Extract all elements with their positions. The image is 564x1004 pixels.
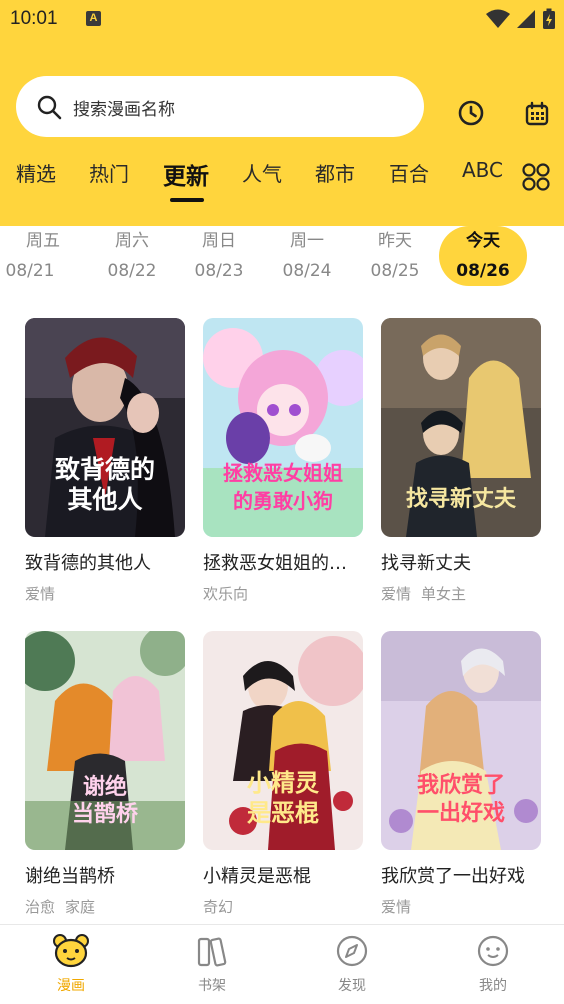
calendar-icon[interactable] [522, 99, 552, 129]
comic-cover[interactable]: 小精灵 是恶棍 [203, 631, 363, 850]
search-placeholder: 搜索漫画名称 [73, 100, 175, 120]
comic-tags: 爱情 [25, 583, 185, 604]
comic-title[interactable]: 我欣赏了一出好戏 [381, 862, 541, 888]
status-bar: 10:01 A [0, 0, 564, 40]
comic-tags: 欢乐向 [203, 583, 363, 604]
cover-title-text: 拯救恶女姐姐 的勇敢小狗 [223, 461, 343, 513]
cover-title-text: 我欣赏了 一出好戏 [416, 773, 505, 826]
tag: 爱情 [381, 585, 412, 603]
signal-icon [517, 10, 535, 28]
active-tab-indicator [170, 198, 204, 202]
comic-title[interactable]: 谢绝当鹊桥 [25, 862, 185, 888]
nav-comics[interactable]: 漫画 [31, 933, 111, 995]
date-day: 周五 [26, 231, 60, 251]
cover-title-text: 小精灵 是恶棍 [247, 769, 319, 827]
date-value: 08/26 [456, 261, 510, 281]
tab-urban[interactable]: 都市 [315, 158, 355, 187]
compass-icon [336, 935, 368, 967]
date-item[interactable]: 周五 08/21 [6, 230, 78, 282]
nav-mine[interactable]: 我的 [453, 933, 533, 995]
date-value: 08/23 [194, 261, 244, 281]
comic-title[interactable]: 找寻新丈夫 [381, 549, 541, 575]
tag: 爱情 [381, 898, 412, 916]
search-icon [37, 95, 62, 120]
comic-tags: 爱情 [381, 896, 541, 917]
bottom-navigation: 漫画 书架 发现 我的 [0, 924, 564, 1004]
comic-card[interactable]: 致背德的 其他人 致背德的其他人 爱情 [25, 318, 185, 604]
date-item-today[interactable]: 今天 08/26 [439, 226, 527, 286]
comic-card[interactable]: 找寻新丈夫 找寻新丈夫 爱情 单女主 [381, 318, 541, 604]
bookshelf-icon [197, 937, 227, 967]
comic-tags: 爱情 单女主 [381, 583, 541, 604]
date-day: 周六 [115, 231, 149, 251]
tag: 单女主 [421, 585, 467, 603]
cover-title-text: 找寻新丈夫 [405, 487, 516, 512]
category-grid-icon[interactable] [521, 162, 551, 192]
tab-featured[interactable]: 精选 [16, 158, 56, 187]
date-value: 08/24 [282, 261, 332, 281]
date-item[interactable]: 周日 08/23 [184, 230, 254, 282]
comic-card[interactable]: 谢绝 当鹊桥 谢绝当鹊桥 治愈 家庭 [25, 631, 185, 917]
cover-title-text: 谢绝 当鹊桥 [71, 775, 138, 827]
date-day: 今天 [466, 231, 500, 251]
tab-yuri[interactable]: 百合 [389, 158, 429, 187]
tag: 家庭 [65, 898, 96, 916]
date-selector: 周五 08/21 周六 08/22 周日 08/23 周一 08/24 昨天 0… [0, 226, 564, 292]
wifi-icon [486, 9, 510, 28]
app-header: 10:01 A 搜索漫画名称 精选 热门 更新 人气 都市 百合 ABC [0, 0, 564, 226]
comic-cover[interactable]: 我欣赏了 一出好戏 [381, 631, 541, 850]
battery-icon [543, 8, 555, 29]
nav-bookshelf[interactable]: 书架 [172, 933, 252, 995]
tab-hot[interactable]: 热门 [89, 158, 129, 187]
cover-title-text: 致背德的 其他人 [54, 455, 155, 514]
date-item[interactable]: 昨天 08/25 [360, 230, 430, 282]
date-item[interactable]: 周一 08/24 [272, 230, 342, 282]
nav-discover[interactable]: 发现 [312, 933, 392, 995]
comic-card[interactable]: 我欣赏了 一出好戏 我欣赏了一出好戏 爱情 [381, 631, 541, 917]
face-icon [477, 935, 509, 967]
status-icons [486, 8, 556, 30]
nav-label: 漫画 [57, 978, 85, 994]
comic-title[interactable]: 拯救恶女姐姐的勇敢小狗 [203, 549, 363, 575]
notification-badge: A [86, 11, 101, 26]
comic-tags: 奇幻 [203, 896, 363, 917]
tag: 爱情 [25, 585, 56, 603]
nav-label: 书架 [198, 978, 226, 994]
tab-abc[interactable]: ABC [462, 158, 503, 182]
tag: 欢乐向 [203, 585, 249, 603]
tab-updates[interactable]: 更新 [163, 157, 209, 191]
date-item[interactable]: 周六 08/22 [97, 230, 167, 282]
date-value: 08/22 [107, 261, 157, 281]
date-day: 周一 [290, 231, 324, 251]
comic-title[interactable]: 小精灵是恶棍 [203, 862, 363, 888]
bear-icon [53, 934, 89, 968]
tag: 奇幻 [203, 898, 234, 916]
date-day: 昨天 [378, 231, 412, 251]
date-day: 周日 [202, 231, 236, 251]
category-tabs: 精选 热门 更新 人气 都市 百合 ABC [0, 152, 564, 208]
comic-tags: 治愈 家庭 [25, 896, 185, 917]
search-input[interactable]: 搜索漫画名称 [16, 76, 424, 137]
comic-cover[interactable]: 拯救恶女姐姐 的勇敢小狗 [203, 318, 363, 537]
comic-title[interactable]: 致背德的其他人 [25, 549, 185, 575]
tab-popular[interactable]: 人气 [242, 158, 282, 187]
comic-cover[interactable]: 致背德的 其他人 [25, 318, 185, 537]
comic-cover[interactable]: 找寻新丈夫 [381, 318, 541, 537]
comic-card[interactable]: 拯救恶女姐姐 的勇敢小狗 拯救恶女姐姐的勇敢小狗 欢乐向 [203, 318, 363, 604]
nav-label: 发现 [338, 978, 366, 994]
date-value: 08/25 [370, 261, 420, 281]
comic-card[interactable]: 小精灵 是恶棍 小精灵是恶棍 奇幻 [203, 631, 363, 917]
history-clock-icon[interactable] [456, 98, 486, 128]
date-value: 08/21 [5, 261, 55, 281]
status-time: 10:01 [10, 8, 58, 29]
nav-label: 我的 [479, 978, 507, 994]
tag: 治愈 [25, 898, 56, 916]
comic-cover[interactable]: 谢绝 当鹊桥 [25, 631, 185, 850]
